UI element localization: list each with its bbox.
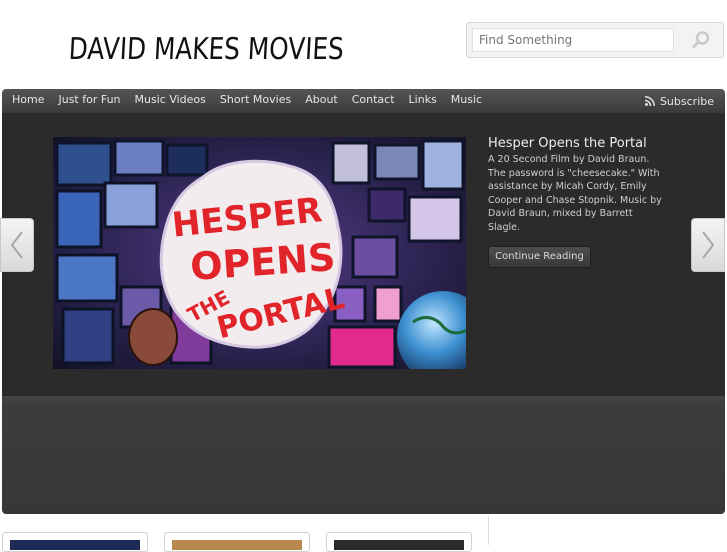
sidebar-divider [488, 516, 489, 545]
search-input[interactable] [472, 28, 674, 52]
search-box [466, 22, 724, 58]
main-navigation: Home Just for Fun Music Videos Short Mov… [2, 89, 725, 113]
nav-item-home[interactable]: Home [12, 89, 44, 113]
thumbnail-image [172, 540, 302, 550]
rss-icon [644, 96, 655, 106]
search-button[interactable] [681, 25, 721, 55]
slide-image[interactable]: HESPER OPENS THE PORTAL [53, 137, 466, 369]
post-thumbnail-1[interactable] [2, 532, 148, 552]
nav-item-links[interactable]: Links [409, 89, 437, 113]
featured-slider: HESPER OPENS THE PORTAL Hesper Opens the… [2, 113, 725, 396]
chevron-right-icon [702, 231, 715, 259]
nav-item-music[interactable]: Music [451, 89, 482, 113]
nav-item-short-movies[interactable]: Short Movies [220, 89, 291, 113]
thumbnail-image [334, 540, 464, 550]
post-thumbnail-2[interactable] [164, 532, 310, 552]
subscribe-label: Subscribe [659, 94, 714, 108]
slider-next-button[interactable] [691, 218, 725, 272]
post-thumbnail-3[interactable] [326, 532, 472, 552]
slide-description: A 20 Second Film by David Braun. The pas… [488, 154, 662, 233]
continue-reading-button[interactable]: Continue Reading [488, 246, 591, 268]
subscribe-link[interactable]: Subscribe [644, 89, 714, 113]
nav-item-just-for-fun[interactable]: Just for Fun [58, 89, 120, 113]
nav-item-music-videos[interactable]: Music Videos [135, 89, 206, 113]
slide-title[interactable]: Hesper Opens the Portal [488, 136, 688, 151]
logo-text: DAVID MAKES MOVIES [70, 32, 345, 67]
chevron-left-icon [10, 231, 23, 259]
nav-item-contact[interactable]: Contact [352, 89, 395, 113]
nav-item-about[interactable]: About [305, 89, 338, 113]
slider-footer-panel [2, 396, 725, 514]
site-logo[interactable]: DAVID MAKES MOVIES [70, 26, 350, 70]
search-icon [692, 31, 710, 48]
thumbnail-image [10, 540, 140, 550]
slider-prev-button[interactable] [0, 218, 34, 272]
